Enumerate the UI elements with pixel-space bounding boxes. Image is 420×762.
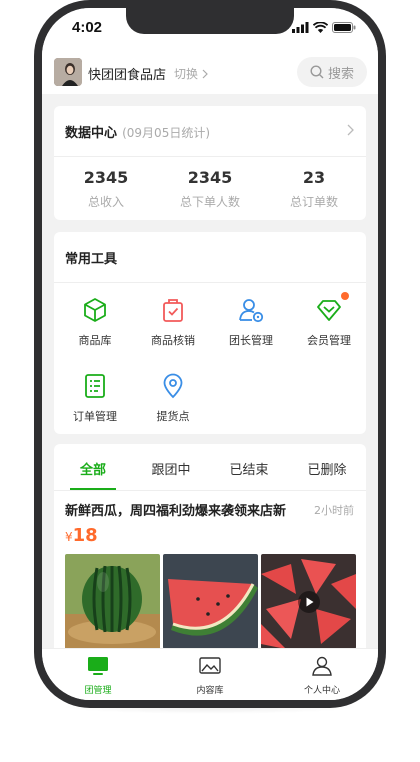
stat-label: 总收入 bbox=[87, 195, 124, 209]
chevron-right-icon bbox=[202, 69, 208, 79]
post-title[interactable]: 新鲜西瓜，周四福利劲爆来袭领来店新 bbox=[65, 500, 286, 519]
post-photos bbox=[65, 554, 356, 649]
stat-total-revenue: 2345 总收入 bbox=[54, 168, 158, 210]
cube-icon bbox=[84, 298, 106, 322]
play-icon[interactable] bbox=[298, 591, 320, 613]
tool-product-verify[interactable]: 商品核销 bbox=[134, 296, 212, 348]
photo-watermelon-whole[interactable] bbox=[65, 554, 160, 649]
chevron-right-icon[interactable] bbox=[347, 124, 354, 136]
tools-title: 常用工具 bbox=[65, 252, 118, 267]
feed-tabs: 全部 跟团中 已结束 已删除 bbox=[54, 444, 366, 490]
watermelon-slice-image bbox=[163, 554, 258, 649]
notch bbox=[126, 8, 294, 34]
tab-in-progress[interactable]: 跟团中 bbox=[132, 444, 210, 490]
tool-label: 订单管理 bbox=[73, 410, 117, 423]
stat-value: 2345 bbox=[187, 168, 233, 187]
header: 快团团食品店 切换 搜索 bbox=[42, 48, 378, 94]
data-center-title: 数据中心 bbox=[65, 126, 118, 141]
tabbar-label: 内容库 bbox=[196, 686, 224, 696]
tool-label: 商品核销 bbox=[151, 334, 195, 347]
group-manage-icon bbox=[88, 657, 108, 675]
price-value: 18 bbox=[72, 525, 98, 546]
stats-row: 2345 总收入 2345 总下单人数 23 总订单数 bbox=[54, 168, 366, 210]
member-diamond-icon bbox=[317, 300, 341, 321]
tabbar-label: 团管理 bbox=[84, 686, 112, 696]
currency-symbol: ¥ bbox=[65, 530, 73, 544]
tool-label: 提货点 bbox=[156, 410, 190, 423]
bottom-tab-bar: 团管理 内容库 个人中心 bbox=[42, 648, 378, 700]
avatar-photo bbox=[54, 58, 82, 86]
image-library-icon bbox=[199, 657, 221, 674]
tab-deleted[interactable]: 已删除 bbox=[288, 444, 366, 490]
tool-label: 会员管理 bbox=[307, 334, 351, 347]
divider bbox=[54, 156, 366, 157]
battery-icon bbox=[332, 22, 356, 33]
profile-icon bbox=[312, 656, 332, 676]
tools-card: 常用工具 商品库 商品核销 团长管理 会员管理 订单管理 提货点 bbox=[54, 232, 366, 434]
data-center-date: (09月05日统计) bbox=[122, 126, 211, 140]
tool-label: 商品库 bbox=[78, 334, 112, 347]
status-icons bbox=[292, 22, 356, 33]
post-time: 2小时前 bbox=[314, 504, 354, 517]
tool-label: 团长管理 bbox=[229, 334, 273, 347]
divider bbox=[54, 490, 366, 491]
data-center-card[interactable]: 数据中心 (09月05日统计) 2345 总收入 2345 总下单人数 23 总… bbox=[54, 106, 366, 220]
tool-order-manage[interactable]: 订单管理 bbox=[56, 372, 134, 424]
photo-watermelon-video[interactable] bbox=[261, 554, 356, 649]
signal-icon bbox=[292, 22, 309, 33]
tool-product-library[interactable]: 商品库 bbox=[56, 296, 134, 348]
stat-value: 2345 bbox=[83, 168, 129, 187]
group-feed-card: 全部 跟团中 已结束 已删除 新鲜西瓜，周四福利劲爆来袭领来店新 2小时前 ¥1… bbox=[54, 444, 366, 664]
data-center-header: 数据中心 (09月05日统计) bbox=[65, 122, 210, 141]
tabbar-label: 个人中心 bbox=[303, 686, 340, 696]
tool-member-manage[interactable]: 会员管理 bbox=[290, 292, 368, 348]
post-price: ¥18 bbox=[65, 525, 98, 546]
tabbar-content-library[interactable]: 内容库 bbox=[154, 649, 266, 700]
notification-dot bbox=[341, 292, 349, 300]
stat-total-orders: 23 总订单数 bbox=[262, 168, 366, 210]
order-list-icon bbox=[85, 374, 105, 398]
tabbar-profile[interactable]: 个人中心 bbox=[266, 649, 378, 700]
search-label: 搜索 bbox=[327, 66, 354, 82]
stat-label: 总下单人数 bbox=[179, 195, 240, 209]
location-pin-icon bbox=[163, 373, 183, 399]
tool-pickup-point[interactable]: 提货点 bbox=[134, 372, 212, 424]
tab-ended[interactable]: 已结束 bbox=[210, 444, 288, 490]
switch-store-button[interactable]: 切换 bbox=[174, 65, 208, 82]
photo-watermelon-slice[interactable] bbox=[163, 554, 258, 649]
stat-total-buyers: 2345 总下单人数 bbox=[158, 168, 262, 210]
divider bbox=[54, 282, 366, 283]
tab-all[interactable]: 全部 bbox=[54, 444, 132, 490]
wifi-icon bbox=[313, 22, 328, 33]
stat-value: 23 bbox=[302, 168, 326, 187]
switch-label: 切换 bbox=[174, 67, 199, 81]
search-icon bbox=[310, 65, 324, 79]
store-avatar[interactable] bbox=[54, 58, 82, 86]
bag-check-icon bbox=[163, 299, 183, 322]
leader-icon bbox=[239, 299, 264, 323]
search-button[interactable]: 搜索 bbox=[297, 57, 367, 87]
watermelon-whole-image bbox=[65, 554, 160, 649]
phone-screen: 4:02 快团团食品店 切换 搜索 数据中心 (09月05日统计) 2345 总… bbox=[42, 8, 378, 700]
stat-label: 总订单数 bbox=[289, 195, 338, 209]
tabbar-group-manage[interactable]: 团管理 bbox=[42, 649, 154, 700]
phone-frame: 4:02 快团团食品店 切换 搜索 数据中心 (09月05日统计) 2345 总… bbox=[34, 0, 386, 708]
status-time: 4:02 bbox=[72, 19, 103, 36]
store-name[interactable]: 快团团食品店 bbox=[88, 64, 166, 83]
tool-leader-manage[interactable]: 团长管理 bbox=[212, 296, 290, 348]
